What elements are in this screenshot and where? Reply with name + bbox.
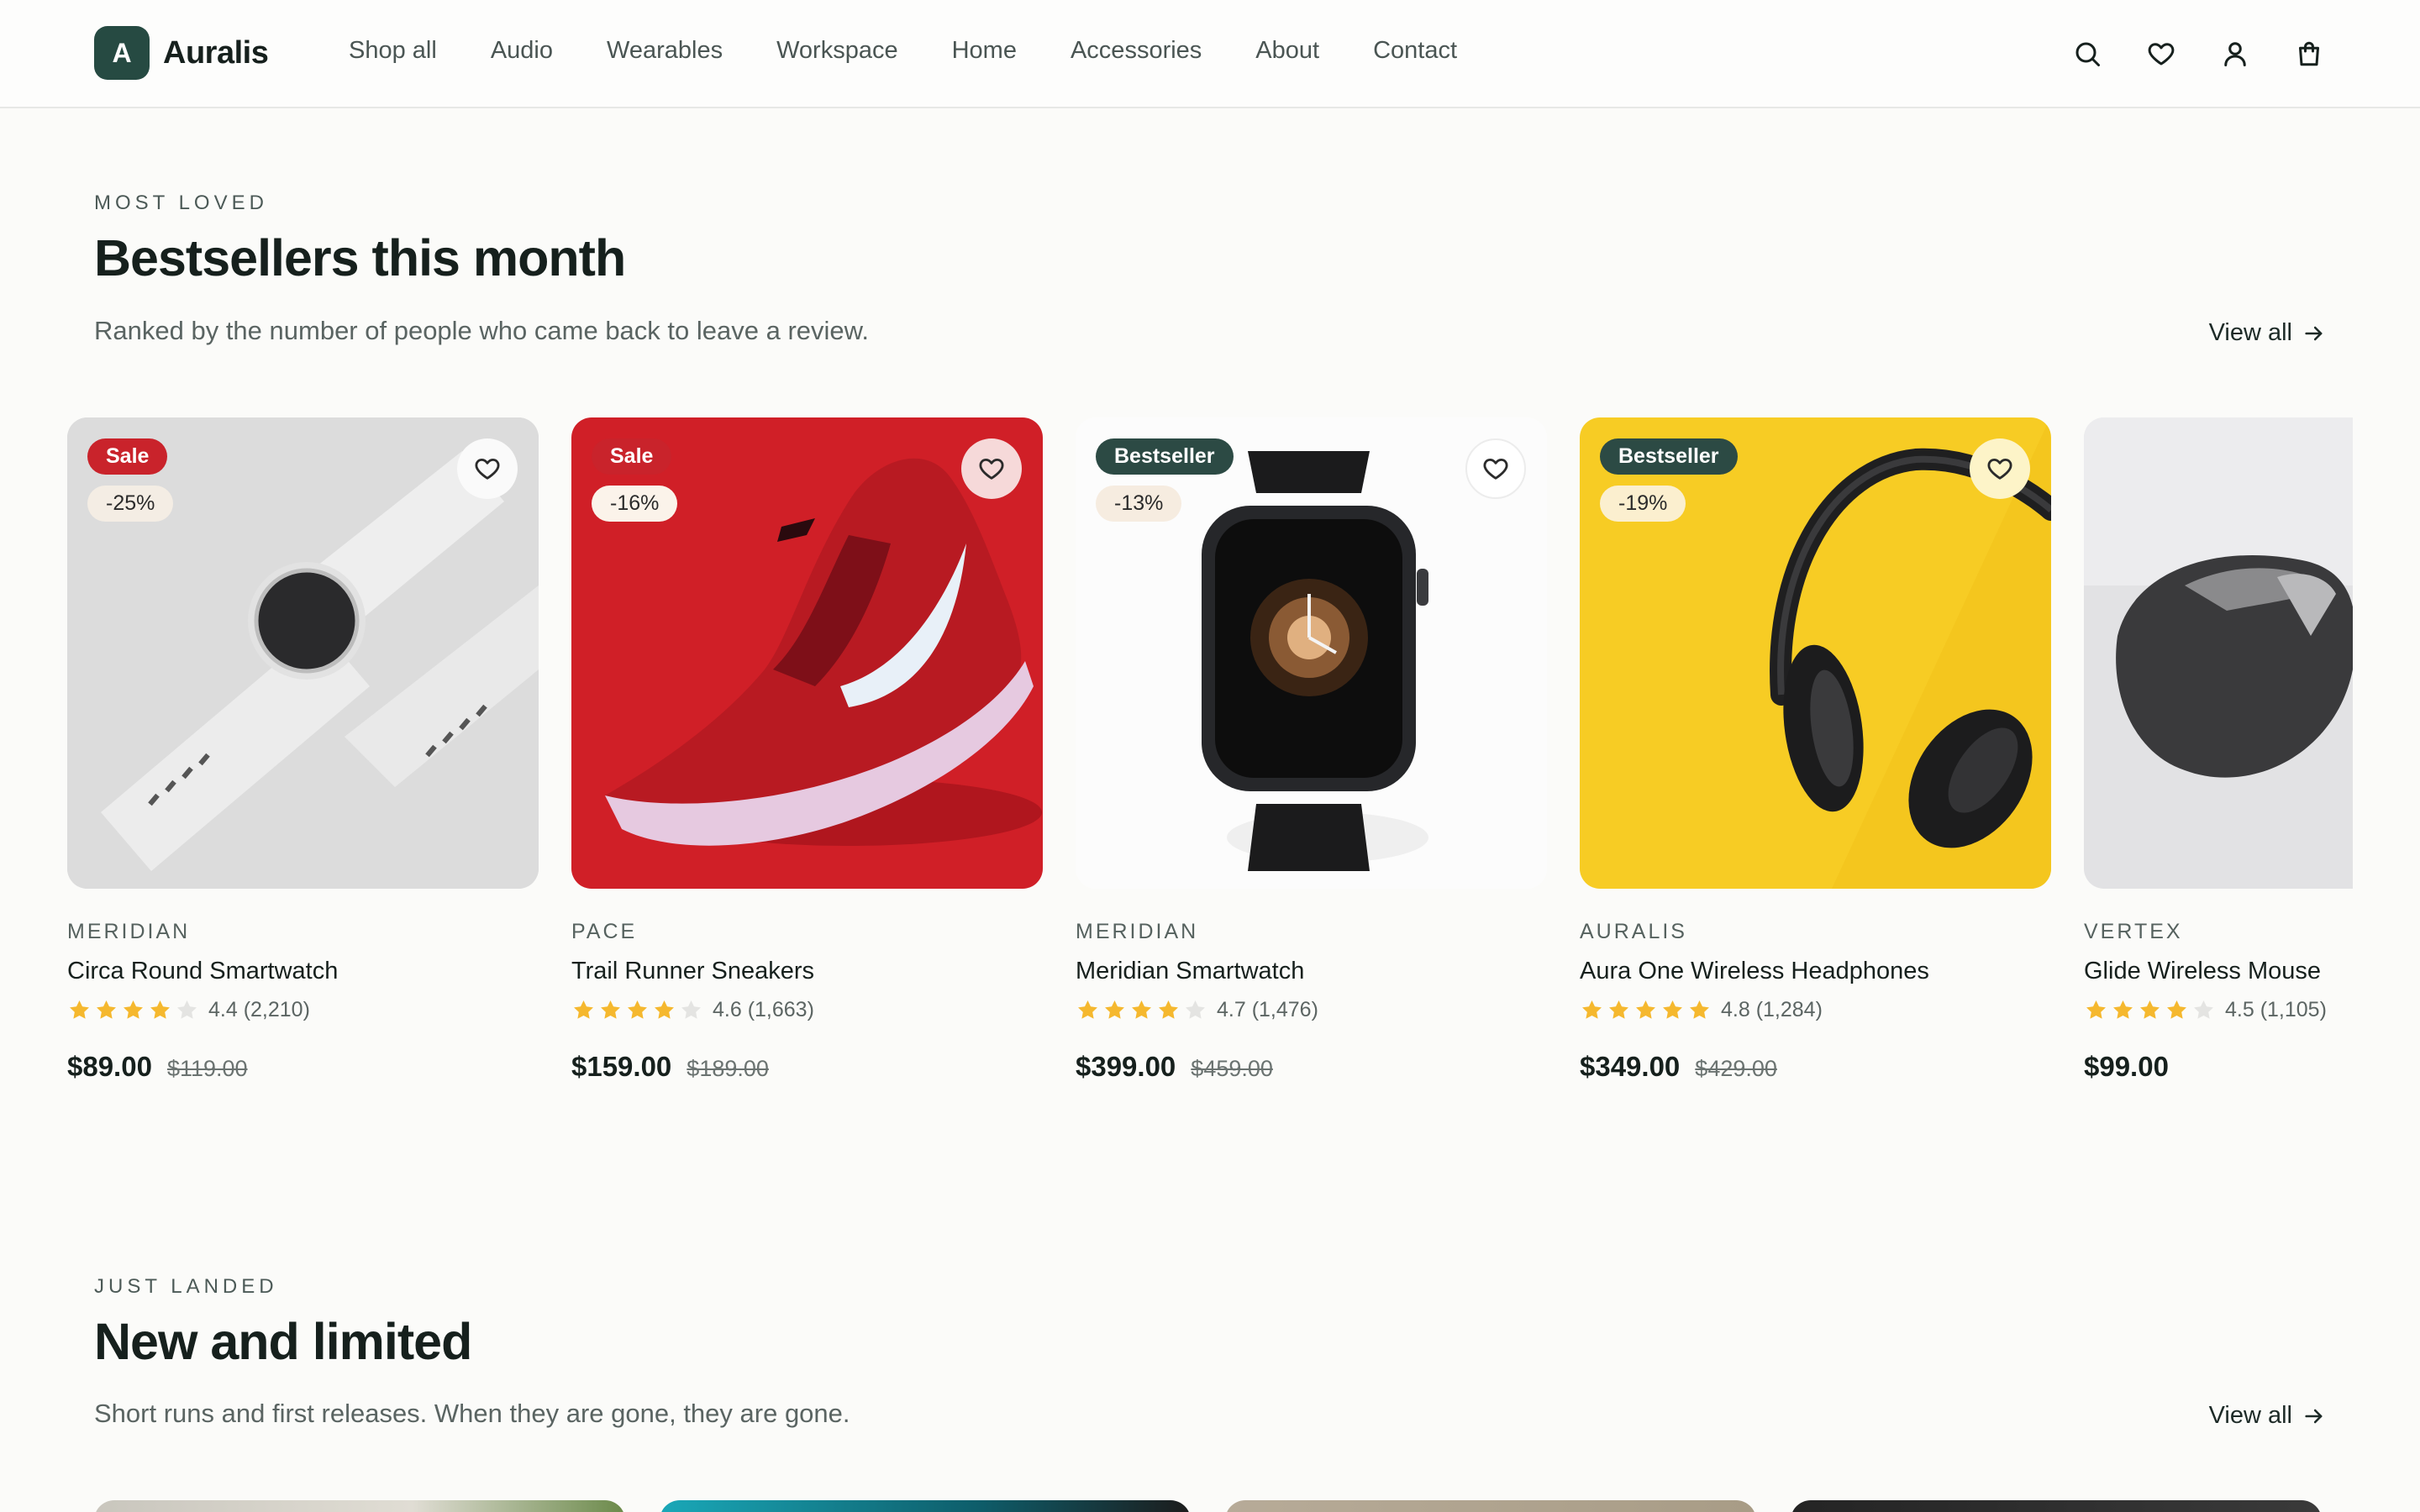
section-eyebrow: JUST LANDED (94, 1275, 278, 1298)
new-limited-section: JUST LANDED New and limited Short runs a… (0, 0, 2420, 1512)
product-card-peek[interactable] (1225, 1500, 1756, 1512)
product-card-peek[interactable] (1791, 1500, 2322, 1512)
product-card-peek[interactable] (660, 1500, 1191, 1512)
product-card-peek[interactable] (94, 1500, 625, 1512)
view-all-link[interactable]: View all (2209, 1402, 2326, 1430)
section-title: New and limited (94, 1313, 472, 1370)
view-all-label: View all (2208, 1402, 2292, 1429)
section-subtitle: Short runs and first releases. When they… (94, 1399, 850, 1428)
arrow-right-icon (2305, 1409, 2323, 1423)
